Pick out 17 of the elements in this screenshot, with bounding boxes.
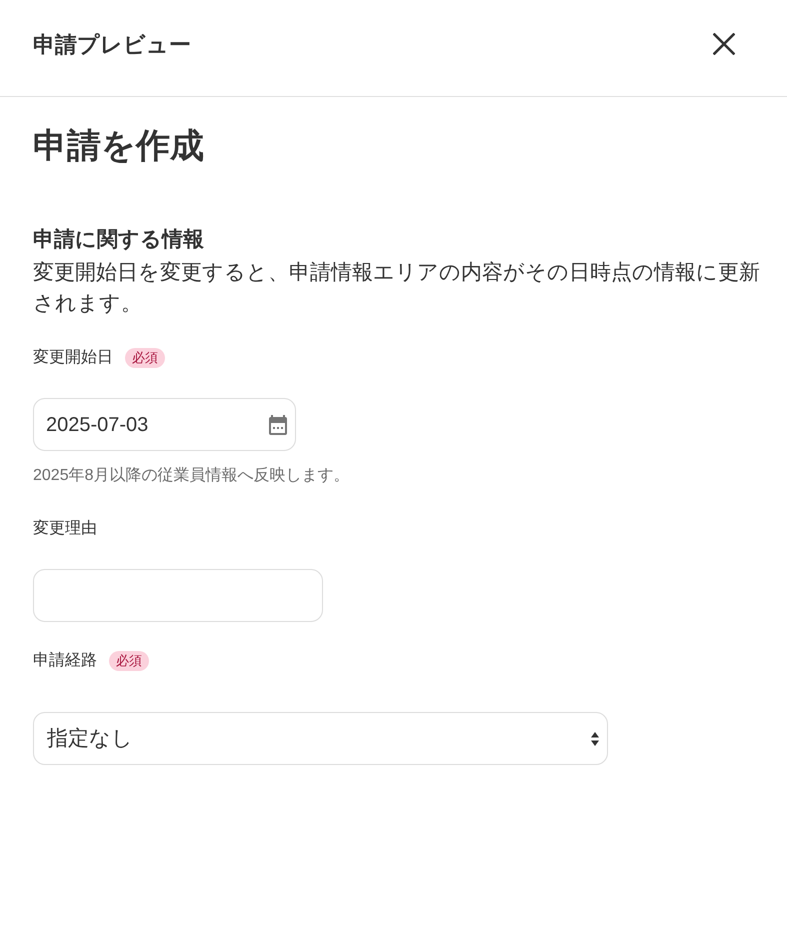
dialog-title: 申請プレビュー [33, 30, 191, 58]
close-button[interactable] [713, 33, 735, 55]
required-badge: 必須 [125, 348, 165, 368]
calendar-icon [269, 414, 287, 434]
section-heading: 申請に関する情報 [33, 227, 204, 253]
close-icon [713, 33, 735, 55]
text-field[interactable] [33, 569, 323, 622]
help-text: 2025年8月以降の従業員情報へ反映します。 [33, 466, 350, 486]
section-description: 変更開始日を変更すると、申請情報エリアの内容がその日時点の情報に更新されます。 [33, 260, 761, 317]
required-badge: 必須 [109, 651, 149, 671]
page-title: 申請を作成 [33, 126, 204, 166]
field-label: 申請経路 [33, 650, 97, 671]
field-label: 変更理由 [33, 518, 97, 539]
select-field[interactable]: 指定なし [33, 712, 608, 765]
date-field[interactable]: 2025-07-03 [33, 398, 296, 451]
field-label: 変更開始日 [33, 348, 113, 368]
sort-icon [591, 732, 599, 746]
